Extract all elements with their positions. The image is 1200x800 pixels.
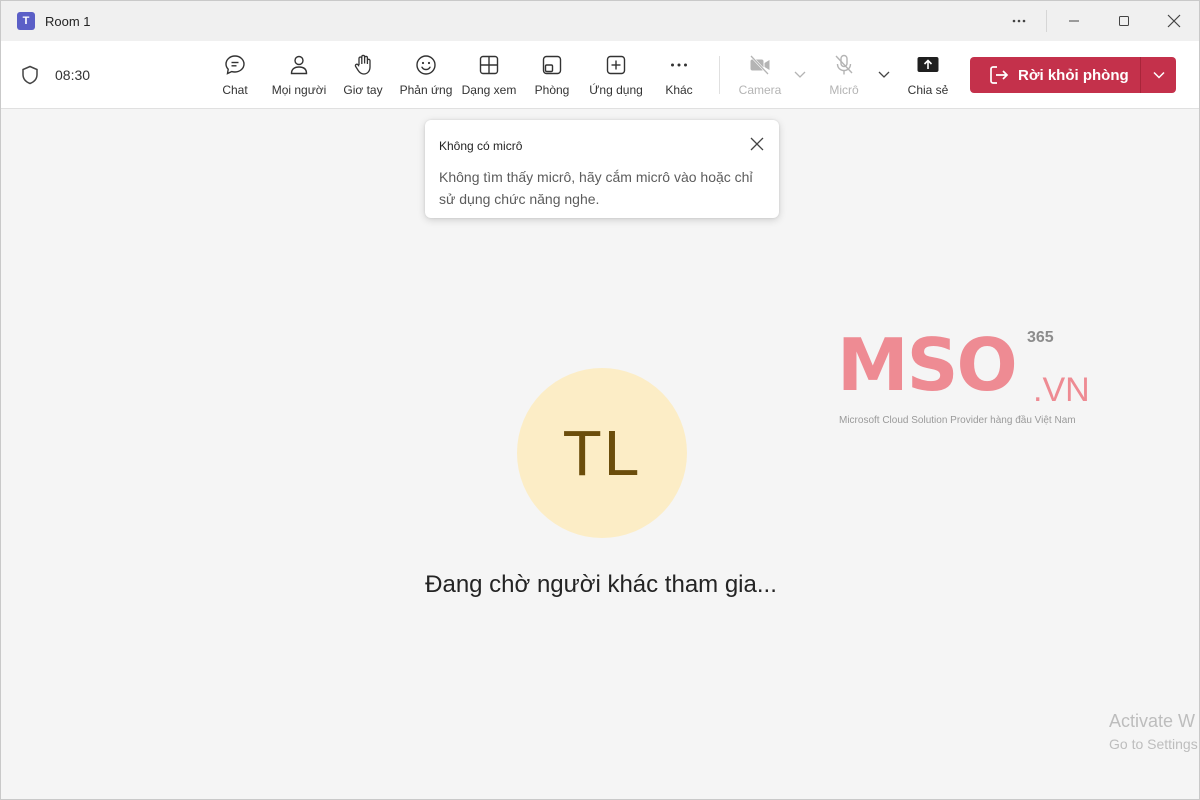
popup-message: Không tìm thấy micrô, hãy cắm micrô vào …	[439, 169, 753, 207]
more-label: Khác	[665, 83, 693, 97]
more-horizontal-icon	[1012, 19, 1026, 23]
reactions-label: Phản ứng	[399, 83, 453, 97]
title-bar: T Room 1	[1, 1, 1199, 41]
grid-view-icon	[479, 55, 499, 75]
minimize-button[interactable]	[1049, 1, 1099, 41]
people-icon	[290, 55, 308, 75]
chat-icon	[225, 55, 245, 75]
maximize-icon	[1119, 16, 1129, 26]
window-controls-divider	[1046, 10, 1047, 32]
leave-options-button[interactable]	[1141, 57, 1176, 93]
timer-text: 08:30	[55, 67, 91, 83]
activate-subtitle: Go to Settings	[1109, 736, 1198, 752]
apps-label: Ứng dụng	[589, 83, 643, 97]
teams-meeting-window: T Room 1 08:30 Chat Mọi người Giơ tay Ph…	[0, 0, 1200, 800]
view-label: Dạng xem	[461, 83, 517, 97]
people-button[interactable]: Mọi người	[267, 53, 331, 97]
raise-hand-button[interactable]: Giơ tay	[331, 53, 395, 97]
reactions-button[interactable]: Phản ứng	[394, 53, 458, 97]
share-icon	[917, 57, 939, 72]
mic-button[interactable]: Micrô	[812, 53, 876, 97]
rooms-label: Phòng	[534, 83, 570, 97]
meeting-toolbar: 08:30 Chat Mọi người Giơ tay Phản ứng Dạ…	[1, 41, 1199, 109]
mic-label: Micrô	[829, 83, 859, 97]
camera-label: Camera	[738, 83, 782, 97]
close-icon	[1167, 14, 1181, 28]
brand-name: MSO	[837, 323, 1018, 407]
close-window-button[interactable]	[1149, 1, 1199, 41]
brand-suffix: .VN	[1033, 371, 1090, 409]
toolbar-divider	[719, 56, 720, 94]
people-label: Mọi người	[271, 83, 327, 97]
window-title: Room 1	[45, 13, 91, 29]
minimize-icon	[1069, 20, 1079, 22]
leave-room-button[interactable]: Rời khỏi phòng	[970, 57, 1176, 93]
chat-button[interactable]: Chat	[203, 53, 267, 97]
raise-hand-label: Giơ tay	[343, 83, 383, 97]
leave-room-label: Rời khỏi phòng	[1018, 66, 1129, 84]
popup-title: Không có micrô	[439, 139, 523, 153]
activate-windows-notice: Activate W Go to Settings	[1109, 711, 1200, 752]
share-button[interactable]: Chia sẻ	[896, 53, 960, 97]
maximize-button[interactable]	[1099, 1, 1149, 41]
window-more-button[interactable]	[994, 1, 1044, 41]
popup-close-button[interactable]	[747, 134, 767, 154]
avatar-initials: TL	[562, 417, 642, 489]
more-icon	[671, 63, 687, 67]
activate-title: Activate W	[1109, 711, 1196, 731]
mic-options-chevron-icon[interactable]	[877, 67, 891, 81]
view-button[interactable]: Dạng xem	[457, 53, 521, 97]
chevron-down-icon	[1152, 71, 1165, 79]
mso-watermark-logo: MSO 365 .VN Microsoft Cloud Solution Pro…	[837, 323, 1090, 433]
camera-off-icon	[750, 55, 770, 75]
close-icon	[750, 137, 764, 151]
leave-icon	[990, 66, 1009, 84]
brand-superscript: 365	[1027, 329, 1054, 346]
camera-options-chevron-icon[interactable]	[793, 67, 807, 81]
more-button[interactable]: Khác	[647, 53, 711, 97]
waiting-message: Đang chờ người khác tham gia...	[425, 571, 777, 598]
raise-hand-icon	[354, 54, 371, 75]
avatar: TL	[517, 368, 687, 538]
meeting-timer: 08:30	[21, 65, 90, 85]
emoji-icon	[416, 55, 436, 75]
share-label: Chia sẻ	[907, 83, 949, 97]
mic-off-icon	[835, 54, 853, 75]
add-app-icon	[606, 55, 626, 75]
brand-tagline: Microsoft Cloud Solution Provider hàng đ…	[839, 415, 1076, 426]
rooms-button[interactable]: Phòng	[520, 53, 584, 97]
leave-room-main[interactable]: Rời khỏi phòng	[970, 57, 1140, 93]
chat-label: Chat	[222, 83, 248, 97]
teams-logo-icon: T	[17, 12, 35, 30]
rooms-icon	[542, 55, 562, 75]
apps-button[interactable]: Ứng dụng	[584, 53, 648, 97]
camera-button[interactable]: Camera	[728, 53, 792, 97]
no-microphone-popup: Không có micrô Không tìm thấy micrô, hãy…	[425, 120, 779, 218]
shield-icon	[22, 65, 38, 85]
window-controls	[994, 1, 1199, 41]
